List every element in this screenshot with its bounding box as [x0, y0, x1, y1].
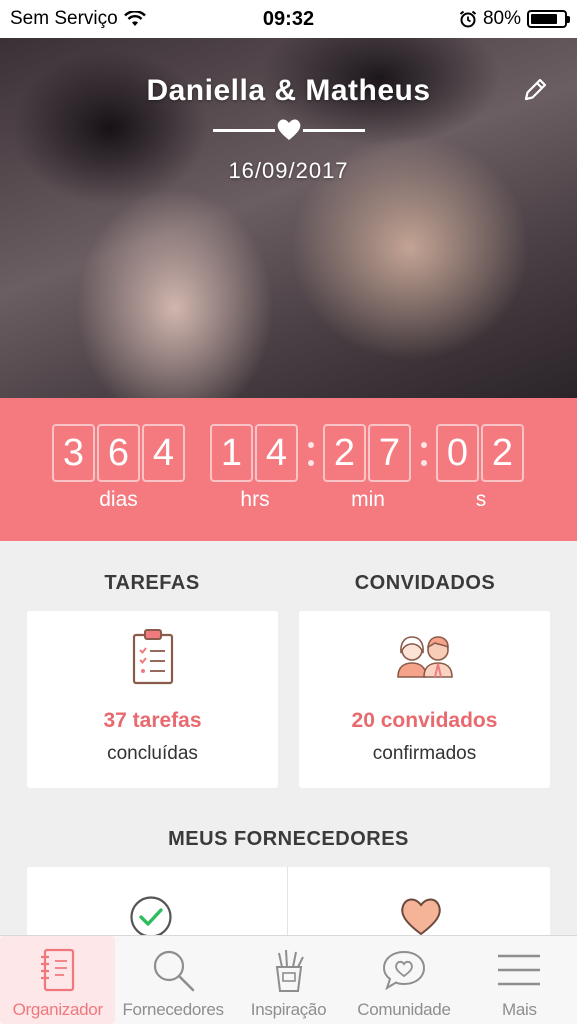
- tasks-subtitle: concluídas: [107, 743, 198, 764]
- tab-label: Organizador: [12, 1000, 104, 1019]
- menu-icon: [498, 954, 541, 986]
- tab-label: Inspiração: [250, 1000, 327, 1019]
- battery-percent: 80%: [482, 8, 521, 29]
- status-right: 80%: [367, 8, 570, 30]
- check-circle-icon: [130, 896, 172, 938]
- notebook-icon: [40, 948, 74, 992]
- status-time: 09:32: [262, 7, 315, 30]
- seconds-digit: 0: [436, 424, 479, 482]
- search-icon: [154, 950, 195, 992]
- heart-divider: [213, 118, 365, 142]
- tab-label: Mais: [501, 1000, 537, 1019]
- countdown-panel: 3 6 4 1 4 2 7 0 2 dias hrs min s: [0, 398, 577, 541]
- tab-fornecedores[interactable]: Fornecedores: [115, 936, 230, 1024]
- heart-icon: [277, 119, 301, 140]
- tasks-title: TAREFAS: [104, 572, 200, 594]
- guests-count: 20 convidados: [351, 709, 498, 732]
- wedding-date: 16/09/2017: [228, 158, 349, 183]
- alarm-icon: [459, 10, 477, 28]
- tasks-count: 37 tarefas: [103, 709, 202, 732]
- tab-mais[interactable]: Mais: [462, 936, 577, 1024]
- brush-cup-icon: [275, 949, 304, 992]
- couple-photo-header: Daniella & Matheus 16/09/2017: [0, 38, 577, 398]
- divider-line-right: [303, 129, 365, 132]
- colon-separator: [307, 442, 315, 466]
- pencil-icon: [524, 78, 547, 101]
- minutes-label: min: [351, 488, 385, 511]
- minutes-digits: 2 7: [323, 424, 411, 482]
- wifi-icon: [123, 11, 146, 26]
- status-bar: Sem Serviço 09:32 80%: [0, 0, 577, 38]
- battery-fill: [531, 14, 557, 24]
- guests-card[interactable]: 20 convidados confirmados: [299, 611, 550, 788]
- seconds-digits: 0 2: [436, 424, 524, 482]
- hours-digit: 1: [210, 424, 253, 482]
- guests-title: CONVIDADOS: [354, 572, 496, 594]
- edit-button[interactable]: [517, 72, 553, 108]
- seconds-label: s: [475, 488, 487, 511]
- days-label: dias: [99, 488, 138, 511]
- battery-icon: [527, 10, 570, 28]
- hours-digits: 1 4: [210, 424, 298, 482]
- vendors-title: MEUS FORNECEDORES: [168, 828, 409, 850]
- days-digits: 3 6 4: [52, 424, 185, 482]
- status-left: Sem Serviço: [10, 8, 210, 30]
- minutes-digit: 2: [323, 424, 366, 482]
- hours-label: hrs: [240, 488, 270, 511]
- tab-label: Fornecedores: [122, 1000, 224, 1019]
- days-digit: 6: [97, 424, 140, 482]
- hours-digit: 4: [255, 424, 298, 482]
- minutes-digit: 7: [368, 424, 411, 482]
- clipboard-icon: [132, 629, 173, 685]
- guests-couple-icon: [396, 636, 453, 678]
- divider-line-left: [213, 129, 275, 132]
- guests-subtitle: confirmados: [372, 743, 477, 764]
- carrier-label: Sem Serviço: [10, 8, 118, 29]
- chat-heart-icon: [382, 950, 425, 991]
- tab-bar: Organizador Fornecedores Inspiração Comu…: [0, 935, 577, 1024]
- tab-inspiracao[interactable]: Inspiração: [231, 936, 346, 1024]
- tasks-card[interactable]: 37 tarefas concluídas: [27, 611, 278, 788]
- tab-organizador[interactable]: Organizador: [0, 936, 116, 1024]
- seconds-digit: 2: [481, 424, 524, 482]
- colon-separator: [420, 442, 428, 466]
- tab-comunidade[interactable]: Comunidade: [346, 936, 461, 1024]
- tab-label: Comunidade: [357, 1000, 451, 1019]
- days-digit: 4: [142, 424, 185, 482]
- heart-favorite-icon: [401, 898, 441, 936]
- days-digit: 3: [52, 424, 95, 482]
- couple-names: Daniella & Matheus: [146, 74, 431, 107]
